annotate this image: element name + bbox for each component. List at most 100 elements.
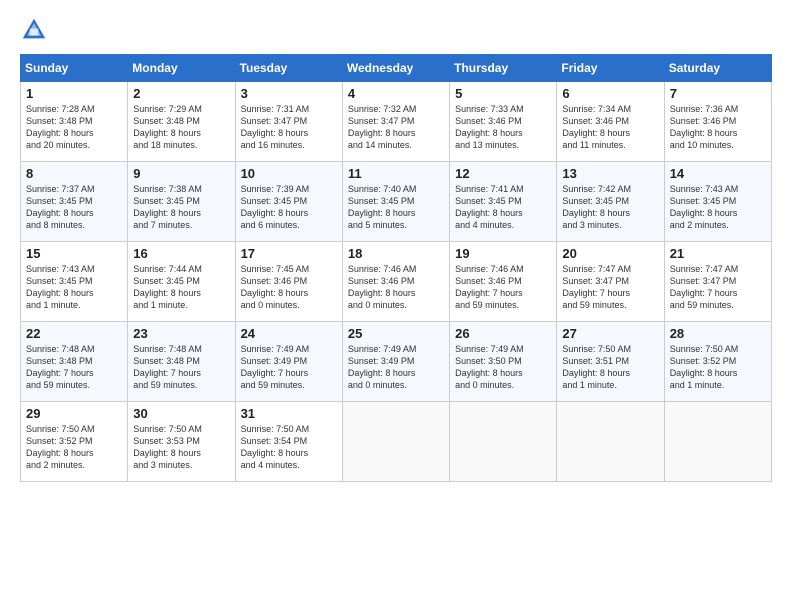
day-number: 21 <box>670 246 766 261</box>
page: SundayMondayTuesdayWednesdayThursdayFrid… <box>0 0 792 612</box>
day-cell-31: 31 Sunrise: 7:50 AMSunset: 3:54 PMDayligh… <box>235 402 342 482</box>
week-row-4: 22 Sunrise: 7:48 AMSunset: 3:48 PMDayligh… <box>21 322 772 402</box>
day-number: 3 <box>241 86 337 101</box>
day-number: 17 <box>241 246 337 261</box>
day-number: 30 <box>133 406 229 421</box>
day-info: Sunrise: 7:46 AMSunset: 3:46 PMDaylight:… <box>348 263 444 312</box>
day-info: Sunrise: 7:44 AMSunset: 3:45 PMDaylight:… <box>133 263 229 312</box>
day-cell-20: 20 Sunrise: 7:47 AMSunset: 3:47 PMDayligh… <box>557 242 664 322</box>
day-info: Sunrise: 7:37 AMSunset: 3:45 PMDaylight:… <box>26 183 122 232</box>
day-number: 4 <box>348 86 444 101</box>
day-number: 22 <box>26 326 122 341</box>
day-cell-8: 8 Sunrise: 7:37 AMSunset: 3:45 PMDaylight… <box>21 162 128 242</box>
day-cell-3: 3 Sunrise: 7:31 AMSunset: 3:47 PMDaylight… <box>235 82 342 162</box>
day-cell-4: 4 Sunrise: 7:32 AMSunset: 3:47 PMDaylight… <box>342 82 449 162</box>
week-row-3: 15 Sunrise: 7:43 AMSunset: 3:45 PMDayligh… <box>21 242 772 322</box>
calendar-table: SundayMondayTuesdayWednesdayThursdayFrid… <box>20 54 772 482</box>
day-cell-12: 12 Sunrise: 7:41 AMSunset: 3:45 PMDayligh… <box>450 162 557 242</box>
day-cell-5: 5 Sunrise: 7:33 AMSunset: 3:46 PMDaylight… <box>450 82 557 162</box>
day-number: 5 <box>455 86 551 101</box>
day-cell-15: 15 Sunrise: 7:43 AMSunset: 3:45 PMDayligh… <box>21 242 128 322</box>
day-number: 25 <box>348 326 444 341</box>
day-cell-10: 10 Sunrise: 7:39 AMSunset: 3:45 PMDayligh… <box>235 162 342 242</box>
day-cell-14: 14Sunrise: 7:43 AMSunset: 3:45 PMDayligh… <box>664 162 771 242</box>
col-header-saturday: Saturday <box>664 55 771 82</box>
day-cell-9: 9 Sunrise: 7:38 AMSunset: 3:45 PMDaylight… <box>128 162 235 242</box>
day-number: 19 <box>455 246 551 261</box>
day-cell-24: 24 Sunrise: 7:49 AMSunset: 3:49 PMDayligh… <box>235 322 342 402</box>
day-info: Sunrise: 7:49 AMSunset: 3:49 PMDaylight:… <box>241 343 337 392</box>
day-info: Sunrise: 7:39 AMSunset: 3:45 PMDaylight:… <box>241 183 337 232</box>
day-cell-28: 28 Sunrise: 7:50 AMSunset: 3:52 PMDayligh… <box>664 322 771 402</box>
day-number: 15 <box>26 246 122 261</box>
day-info: Sunrise: 7:50 AMSunset: 3:52 PMDaylight:… <box>670 343 766 392</box>
day-info: Sunrise: 7:47 AMSunset: 3:47 PMDaylight:… <box>562 263 658 312</box>
day-number: 12 <box>455 166 551 181</box>
day-cell-6: 6Sunrise: 7:34 AMSunset: 3:46 PMDaylight… <box>557 82 664 162</box>
day-info: Sunrise: 7:31 AMSunset: 3:47 PMDaylight:… <box>241 103 337 152</box>
day-cell-23: 23 Sunrise: 7:48 AMSunset: 3:48 PMDayligh… <box>128 322 235 402</box>
day-info: Sunrise: 7:40 AMSunset: 3:45 PMDaylight:… <box>348 183 444 232</box>
day-info: Sunrise: 7:49 AMSunset: 3:50 PMDaylight:… <box>455 343 551 392</box>
empty-cell <box>342 402 449 482</box>
day-cell-2: 2Sunrise: 7:29 AMSunset: 3:48 PMDaylight… <box>128 82 235 162</box>
day-info: Sunrise: 7:34 AMSunset: 3:46 PMDaylight:… <box>562 103 658 152</box>
day-info: Sunrise: 7:36 AMSunset: 3:46 PMDaylight:… <box>670 103 766 152</box>
day-cell-18: 18 Sunrise: 7:46 AMSunset: 3:46 PMDayligh… <box>342 242 449 322</box>
day-info: Sunrise: 7:48 AMSunset: 3:48 PMDaylight:… <box>133 343 229 392</box>
day-cell-16: 16Sunrise: 7:44 AMSunset: 3:45 PMDayligh… <box>128 242 235 322</box>
day-cell-25: 25 Sunrise: 7:49 AMSunset: 3:49 PMDayligh… <box>342 322 449 402</box>
day-info: Sunrise: 7:32 AMSunset: 3:47 PMDaylight:… <box>348 103 444 152</box>
col-header-sunday: Sunday <box>21 55 128 82</box>
day-number: 29 <box>26 406 122 421</box>
day-number: 13 <box>562 166 658 181</box>
day-info: Sunrise: 7:42 AMSunset: 3:45 PMDaylight:… <box>562 183 658 232</box>
day-number: 20 <box>562 246 658 261</box>
day-number: 23 <box>133 326 229 341</box>
logo <box>20 16 52 44</box>
day-cell-30: 30 Sunrise: 7:50 AMSunset: 3:53 PMDayligh… <box>128 402 235 482</box>
day-info: Sunrise: 7:43 AMSunset: 3:45 PMDaylight:… <box>26 263 122 312</box>
day-cell-19: 19Sunrise: 7:46 AMSunset: 3:46 PMDayligh… <box>450 242 557 322</box>
day-info: Sunrise: 7:50 AMSunset: 3:52 PMDaylight:… <box>26 423 122 472</box>
week-row-1: 1 Sunrise: 7:28 AMSunset: 3:48 PMDaylight… <box>21 82 772 162</box>
day-cell-1: 1 Sunrise: 7:28 AMSunset: 3:48 PMDaylight… <box>21 82 128 162</box>
day-info: Sunrise: 7:33 AMSunset: 3:46 PMDaylight:… <box>455 103 551 152</box>
day-number: 7 <box>670 86 766 101</box>
day-number: 9 <box>133 166 229 181</box>
day-info: Sunrise: 7:49 AMSunset: 3:49 PMDaylight:… <box>348 343 444 392</box>
day-cell-29: 29 Sunrise: 7:50 AMSunset: 3:52 PMDayligh… <box>21 402 128 482</box>
day-number: 27 <box>562 326 658 341</box>
empty-cell <box>664 402 771 482</box>
day-number: 24 <box>241 326 337 341</box>
col-header-tuesday: Tuesday <box>235 55 342 82</box>
day-number: 18 <box>348 246 444 261</box>
day-info: Sunrise: 7:38 AMSunset: 3:45 PMDaylight:… <box>133 183 229 232</box>
day-number: 1 <box>26 86 122 101</box>
day-number: 31 <box>241 406 337 421</box>
week-row-5: 29 Sunrise: 7:50 AMSunset: 3:52 PMDayligh… <box>21 402 772 482</box>
day-cell-17: 17 Sunrise: 7:45 AMSunset: 3:46 PMDayligh… <box>235 242 342 322</box>
day-number: 10 <box>241 166 337 181</box>
empty-cell <box>557 402 664 482</box>
day-number: 8 <box>26 166 122 181</box>
day-info: Sunrise: 7:50 AMSunset: 3:53 PMDaylight:… <box>133 423 229 472</box>
day-info: Sunrise: 7:45 AMSunset: 3:46 PMDaylight:… <box>241 263 337 312</box>
day-info: Sunrise: 7:41 AMSunset: 3:45 PMDaylight:… <box>455 183 551 232</box>
day-number: 2 <box>133 86 229 101</box>
day-cell-22: 22 Sunrise: 7:48 AMSunset: 3:48 PMDayligh… <box>21 322 128 402</box>
day-number: 28 <box>670 326 766 341</box>
day-cell-13: 13 Sunrise: 7:42 AMSunset: 3:45 PMDayligh… <box>557 162 664 242</box>
day-cell-21: 21 Sunrise: 7:47 AMSunset: 3:47 PMDayligh… <box>664 242 771 322</box>
header-row: SundayMondayTuesdayWednesdayThursdayFrid… <box>21 55 772 82</box>
day-info: Sunrise: 7:47 AMSunset: 3:47 PMDaylight:… <box>670 263 766 312</box>
day-info: Sunrise: 7:50 AMSunset: 3:54 PMDaylight:… <box>241 423 337 472</box>
day-cell-26: 26 Sunrise: 7:49 AMSunset: 3:50 PMDayligh… <box>450 322 557 402</box>
day-number: 26 <box>455 326 551 341</box>
logo-icon <box>20 16 48 44</box>
day-info: Sunrise: 7:28 AMSunset: 3:48 PMDaylight:… <box>26 103 122 152</box>
day-info: Sunrise: 7:50 AMSunset: 3:51 PMDaylight:… <box>562 343 658 392</box>
day-info: Sunrise: 7:48 AMSunset: 3:48 PMDaylight:… <box>26 343 122 392</box>
day-cell-7: 7 Sunrise: 7:36 AMSunset: 3:46 PMDaylight… <box>664 82 771 162</box>
day-cell-11: 11Sunrise: 7:40 AMSunset: 3:45 PMDayligh… <box>342 162 449 242</box>
